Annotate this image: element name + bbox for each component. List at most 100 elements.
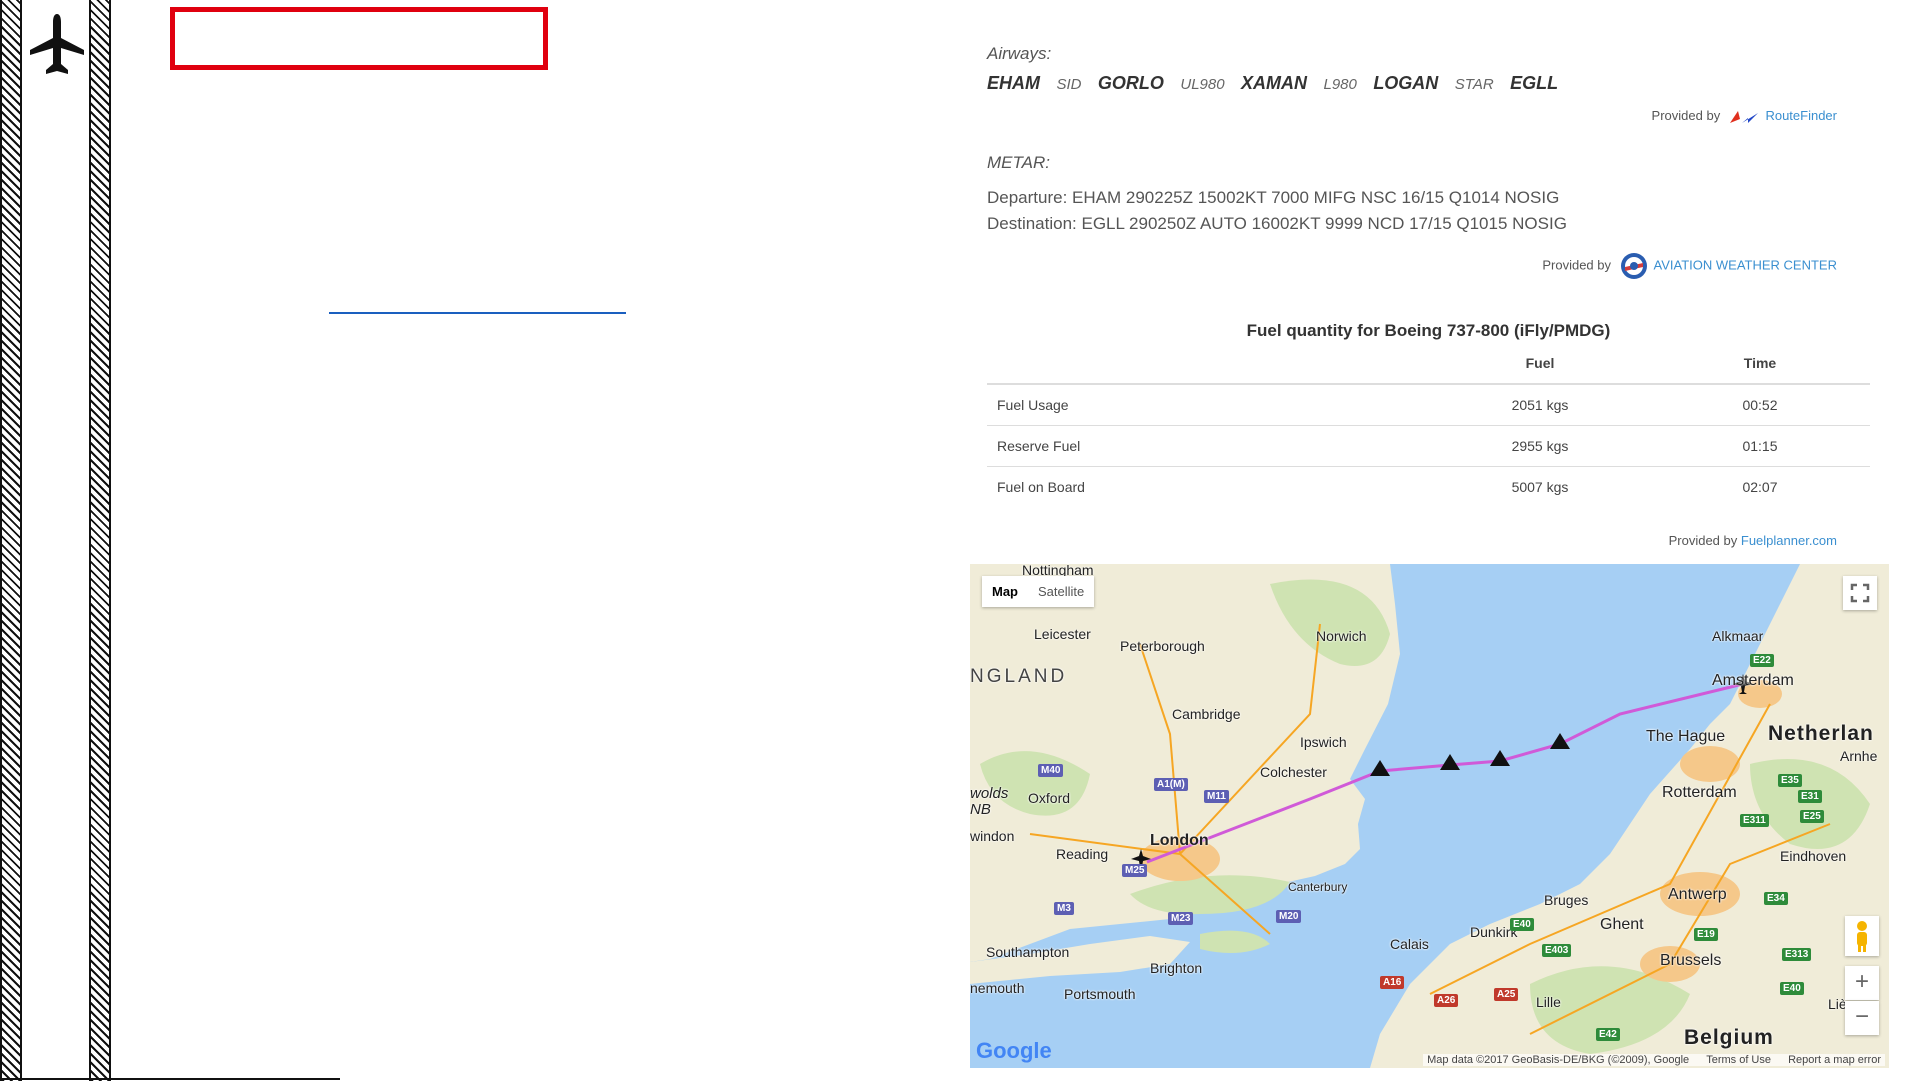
column-header-fuel: Fuel xyxy=(1430,346,1650,385)
waypoint: XAMAN xyxy=(1241,73,1308,93)
report-error-link[interactable]: Report a map error xyxy=(1788,1054,1881,1066)
road-shield: E34 xyxy=(1764,892,1788,905)
airways-label: Airways: xyxy=(987,44,1052,63)
hatched-border-right xyxy=(89,0,111,1081)
map-label: Netherlan xyxy=(1768,722,1874,745)
routefinder-link[interactable]: RouteFinder xyxy=(1765,108,1837,123)
map-attribution: Map data ©2017 GeoBasis-DE/BKG (©2009), … xyxy=(1423,1054,1885,1066)
map-label: Colchester xyxy=(1260,764,1327,780)
map-label: Brussels xyxy=(1660,952,1722,969)
fuel-value: 2955 kgs xyxy=(1430,425,1650,467)
fuel-value: 5007 kgs xyxy=(1511,478,1569,495)
routefinder-credit: Provided by RouteFinder xyxy=(987,108,1867,125)
map-type-satellite-button[interactable]: Satellite xyxy=(1028,576,1094,607)
waypoint: LOGAN xyxy=(1373,73,1439,93)
airways-route: EHAM SID GORLO UL980 XAMAN L980 LOGAN ST… xyxy=(987,73,1867,94)
map-label: windon xyxy=(970,828,1015,844)
map-label: Arnhe xyxy=(1840,748,1878,764)
map-label: Brighton xyxy=(1150,960,1203,976)
road-shield: A25 xyxy=(1494,988,1519,1001)
road-shield: E40 xyxy=(1510,918,1534,931)
hatched-border-left xyxy=(0,0,22,1081)
map-label: Lille xyxy=(1536,994,1561,1010)
map-label: Cambridge xyxy=(1172,706,1241,722)
provided-by-label: Provided by xyxy=(1542,257,1611,272)
table-row: Fuel on Board 5007 kgs 02:07 xyxy=(987,466,1870,507)
map-label: Alkmaar xyxy=(1712,628,1764,644)
airway: STAR xyxy=(1454,76,1494,93)
map-type-toggle: Map Satellite xyxy=(982,576,1095,607)
awc-credit: Provided by AVIATION WEATHER CENTER xyxy=(987,251,1867,281)
table-row: Reserve Fuel 2955 kgs 01:15 xyxy=(987,425,1870,467)
road-shield: E40 xyxy=(1780,982,1804,995)
map-label: Norwich xyxy=(1316,628,1367,644)
map-label: The Hague xyxy=(1646,728,1726,745)
map-type-map-button[interactable]: Map xyxy=(982,576,1028,607)
provided-by-label: Provided by xyxy=(1651,108,1721,123)
airway: UL980 xyxy=(1180,76,1225,93)
map-label: Southampton xyxy=(986,944,1070,960)
provided-by-label: Provided by xyxy=(1668,532,1738,548)
road-shield: E311 xyxy=(1740,814,1769,827)
map-label: Amsterdam xyxy=(1712,672,1794,689)
street-view-pegman[interactable] xyxy=(1845,916,1879,956)
airway: L980 xyxy=(1323,76,1357,93)
metar-departure: Departure: EHAM 290225Z 15002KT 7000 MIF… xyxy=(987,187,1560,207)
map-label: Bruges xyxy=(1544,892,1589,908)
road-shield: E35 xyxy=(1778,774,1802,787)
map-label: Ipswich xyxy=(1300,734,1347,750)
route-map[interactable]: Nottingham Leicester Peterborough Norwic… xyxy=(970,564,1889,1068)
fuelplanner-link[interactable]: Fuelplanner.com xyxy=(1741,533,1837,548)
bottom-divider xyxy=(0,1078,340,1080)
map-label: Belgium xyxy=(1684,1026,1774,1049)
terms-link[interactable]: Terms of Use xyxy=(1706,1054,1771,1066)
metar-label: METAR: xyxy=(987,152,1050,172)
airway: SID xyxy=(1056,76,1082,93)
highlight-box xyxy=(170,7,548,70)
map-label: Reading xyxy=(1056,846,1109,862)
column-header xyxy=(987,346,1430,385)
road-shield: M23 xyxy=(1168,912,1194,925)
fuel-table: Fuel Time Fuel Usage 2051 kgs 00:52 Rese… xyxy=(987,346,1870,507)
fuel-value: 2051 kgs xyxy=(1430,383,1650,426)
fullscreen-button[interactable] xyxy=(1843,576,1877,610)
airplane-icon[interactable] xyxy=(28,12,86,78)
map-label: Canterbury xyxy=(1288,880,1348,894)
google-logo-text: Google xyxy=(976,1038,1052,1063)
time-value: 00:52 xyxy=(1650,383,1870,426)
time-value: 01:15 xyxy=(1650,425,1870,467)
underline-link[interactable] xyxy=(329,312,626,314)
waypoint: EGLL xyxy=(1510,73,1559,93)
map-label: Leicester xyxy=(1034,626,1091,642)
google-logo: Google xyxy=(976,1038,1052,1064)
map-label: wolds NB xyxy=(970,785,1009,818)
map-label: Rotterdam xyxy=(1662,784,1737,801)
road-shield: M3 xyxy=(1054,902,1074,915)
time-value: 02:07 xyxy=(1742,478,1778,495)
map-label: Eindhoven xyxy=(1780,848,1847,864)
fullscreen-icon xyxy=(1850,583,1870,603)
zoom-in-button[interactable]: + xyxy=(1845,966,1879,1000)
road-shield: M20 xyxy=(1276,910,1302,923)
row-label: Reserve Fuel xyxy=(987,425,1430,467)
map-label: Ghent xyxy=(1600,916,1644,933)
awc-logo-icon xyxy=(1620,252,1647,279)
map-label: NGLAND xyxy=(970,666,1068,687)
fuel-table-title: Fuel quantity for Boeing 737-800 (iFly/P… xyxy=(1246,320,1611,340)
waypoint: EHAM xyxy=(987,73,1040,93)
zoom-out-button[interactable]: − xyxy=(1845,1001,1879,1035)
road-shield: A1(M) xyxy=(1154,778,1188,791)
road-shield: A26 xyxy=(1434,994,1459,1007)
road-shield: M40 xyxy=(1038,764,1064,777)
table-header-row: Fuel Time xyxy=(987,346,1870,385)
row-label: Fuel on Board xyxy=(997,478,1085,495)
map-label: London xyxy=(1150,832,1209,849)
map-label: Liè xyxy=(1828,996,1847,1012)
routefinder-logo-icon xyxy=(1729,110,1758,123)
map-label: Peterborough xyxy=(1120,638,1205,654)
pegman-icon xyxy=(1857,921,1867,952)
road-shield: E403 xyxy=(1542,944,1572,957)
map-label: nemouth xyxy=(970,980,1025,996)
awc-link[interactable]: AVIATION WEATHER CENTER xyxy=(1654,257,1837,272)
road-shield: E31 xyxy=(1798,790,1822,803)
